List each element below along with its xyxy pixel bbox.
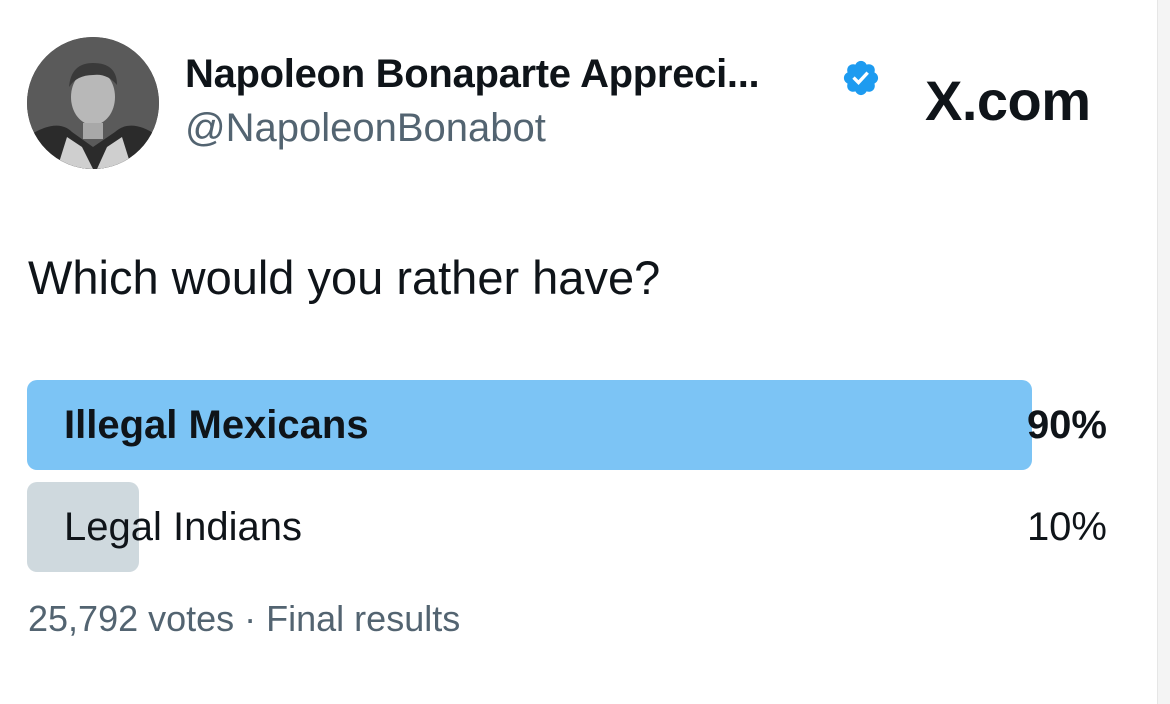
poll-question: Which would you rather have? bbox=[28, 251, 661, 304]
verified-badge-icon[interactable] bbox=[841, 58, 881, 98]
napoleon-portrait-icon bbox=[27, 37, 159, 169]
poll-option-percent: 10% bbox=[1026, 504, 1107, 549]
scrollbar[interactable] bbox=[1157, 0, 1170, 704]
poll-option-label: Legal Indians bbox=[64, 504, 302, 549]
poll-option-legal-indians: Legal Indians 10% bbox=[27, 482, 1107, 572]
poll-option-label: Illegal Mexicans bbox=[64, 402, 369, 447]
xcom-watermark: X.com bbox=[925, 69, 1091, 132]
display-name[interactable]: Napoleon Bonaparte Appreci... bbox=[185, 52, 760, 97]
poll-option-illegal-mexicans: Illegal Mexicans 90% bbox=[27, 380, 1107, 470]
poll-option-percent: 90% bbox=[1026, 402, 1107, 447]
user-handle[interactable]: @NapoleonBonabot bbox=[185, 106, 546, 151]
poll-meta: 25,792 votes · Final results bbox=[28, 598, 461, 639]
avatar[interactable] bbox=[27, 37, 159, 169]
